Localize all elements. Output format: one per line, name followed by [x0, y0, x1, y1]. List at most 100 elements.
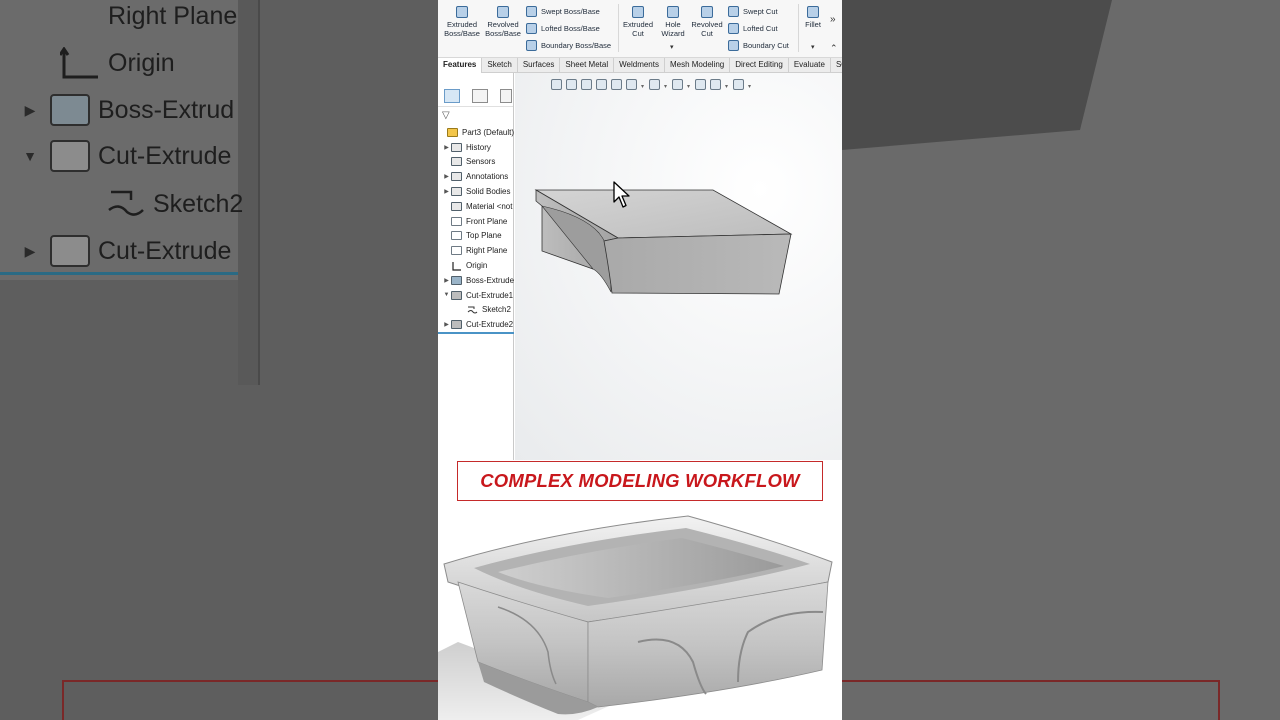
- sweep-icon: [526, 6, 537, 17]
- extruded-boss-label: Extruded Boss/Base: [444, 20, 480, 38]
- command-manager-tabs: Features Sketch Surfaces Sheet Metal Wel…: [438, 58, 842, 73]
- swept-boss-button[interactable]: Swept Boss/Base: [526, 6, 600, 17]
- fillet-dropdown-icon[interactable]: ▾: [811, 43, 815, 51]
- hole-wizard-dropdown-icon[interactable]: ▾: [670, 43, 674, 51]
- hole-wizard-button[interactable]: Hole Wizard: [656, 6, 690, 38]
- tree-label: Sensors: [466, 157, 496, 167]
- tab-weldments[interactable]: Weldments: [614, 58, 665, 73]
- tab-mesh-modeling[interactable]: Mesh Modeling: [665, 58, 731, 73]
- tree-label: Right Plane: [466, 246, 508, 256]
- tree-item-solid-bodies[interactable]: ▶ Solid Bodies: [438, 184, 514, 199]
- feature-manager-tab-icon[interactable]: [444, 89, 460, 103]
- lofted-cut-icon: [728, 23, 739, 34]
- lofted-cut-label: Lofted Cut: [743, 24, 778, 33]
- tab-sketch[interactable]: Sketch: [482, 58, 518, 73]
- collapse-arrow-icon[interactable]: ▼: [442, 292, 451, 298]
- material-icon: [451, 201, 462, 211]
- collapse-ribbon-icon[interactable]: ⌃: [830, 43, 838, 54]
- tab-direct-editing[interactable]: Direct Editing: [730, 58, 789, 73]
- boundary-cut-label: Boundary Cut: [743, 41, 789, 50]
- tree-item-annotations[interactable]: ▶ Annotations: [438, 169, 514, 184]
- filter-icon[interactable]: ▽: [442, 110, 450, 121]
- final-model-render: [438, 502, 842, 720]
- hole-wizard-icon: [667, 6, 679, 18]
- extruded-boss-button[interactable]: Extruded Boss/Base: [442, 6, 482, 38]
- background-tree-row: Sketch2: [105, 184, 243, 224]
- mouse-cursor-icon: [613, 181, 630, 208]
- background-tree-label: Cut-Extrude: [98, 141, 232, 170]
- tree-item-material[interactable]: Material <not specified>: [438, 199, 514, 214]
- tab-sheet-metal[interactable]: Sheet Metal: [560, 58, 615, 73]
- block-model[interactable]: [515, 73, 842, 460]
- revolved-boss-button[interactable]: Revolved Boss/Base: [483, 6, 523, 38]
- tree-item-right-plane[interactable]: Right Plane: [438, 243, 514, 258]
- revolved-cut-button[interactable]: Revolved Cut: [689, 6, 725, 38]
- plane-icon: [451, 216, 462, 226]
- revolved-boss-label: Revolved Boss/Base: [485, 20, 521, 38]
- tab-solidworks-addins[interactable]: SO...: [831, 58, 842, 73]
- lofted-boss-label: Lofted Boss/Base: [541, 24, 600, 33]
- tree-item-history[interactable]: ▶ History: [438, 140, 514, 155]
- cut-extrude-icon: [50, 235, 90, 267]
- feature-ribbon: Extruded Boss/Base Revolved Boss/Base Sw…: [438, 0, 842, 58]
- extrude-icon: [456, 6, 468, 18]
- tree-item-origin[interactable]: Origin: [438, 258, 514, 273]
- tree-item-boss-extrude[interactable]: ▶ Boss-Extrude1: [438, 273, 514, 288]
- plane-icon: [60, 0, 100, 32]
- sketch-icon: [467, 305, 478, 314]
- lofted-cut-button[interactable]: Lofted Cut: [728, 23, 778, 34]
- sketch-icon: [105, 188, 145, 220]
- revolved-cut-label: Revolved Cut: [691, 20, 723, 38]
- configuration-manager-tab-icon[interactable]: [500, 89, 512, 103]
- boundary-cut-button[interactable]: Boundary Cut: [728, 40, 789, 51]
- extruded-cut-icon: [632, 6, 644, 18]
- revolved-cut-icon: [701, 6, 713, 18]
- feature-tree: Part3 (Default) < ▶ History Sensors ▶ An…: [438, 125, 514, 332]
- cut-extrude-icon: [451, 290, 462, 300]
- rollback-bar[interactable]: [438, 332, 514, 334]
- expand-arrow-icon[interactable]: ▶: [442, 173, 451, 180]
- tab-features[interactable]: Features: [438, 58, 483, 73]
- tree-item-sketch[interactable]: Sketch2: [438, 303, 514, 318]
- expand-arrow-icon[interactable]: ▶: [442, 144, 451, 151]
- tree-item-sensors[interactable]: Sensors: [438, 155, 514, 170]
- expand-arrow-icon: ▶: [24, 101, 36, 118]
- tree-root-part[interactable]: Part3 (Default) <: [438, 125, 514, 140]
- background-tree-label: Right Plane: [108, 1, 238, 30]
- revolve-icon: [497, 6, 509, 18]
- tree-label: Material <not specified>: [466, 201, 514, 211]
- tree-item-cut-extrude-1[interactable]: ▼ Cut-Extrude1: [438, 288, 514, 303]
- lofted-boss-button[interactable]: Lofted Boss/Base: [526, 23, 600, 34]
- cut-extrude-icon: [451, 320, 462, 330]
- background-tree-row: Right Plane: [60, 0, 237, 36]
- tree-item-front-plane[interactable]: Front Plane: [438, 214, 514, 229]
- tab-surfaces[interactable]: Surfaces: [518, 58, 561, 73]
- video-caption-banner: COMPLEX MODELING WORKFLOW: [457, 461, 823, 501]
- tree-label: Top Plane: [466, 231, 502, 241]
- extruded-cut-label: Extruded Cut: [622, 20, 654, 38]
- extrude-icon: [50, 94, 90, 126]
- tree-item-cut-extrude-2[interactable]: ▶ Cut-Extrude2: [438, 317, 514, 332]
- plane-icon: [451, 231, 462, 241]
- tree-label: Sketch2: [482, 305, 511, 315]
- background-caption-frame: [62, 680, 438, 720]
- property-manager-tab-icon[interactable]: [472, 89, 488, 103]
- tree-label: Solid Bodies: [466, 187, 511, 197]
- tab-evaluate[interactable]: Evaluate: [789, 58, 831, 73]
- graphics-area[interactable]: ▾ ▾ ▾ ▾ ▾: [515, 73, 842, 460]
- expand-arrow-icon[interactable]: ▶: [442, 321, 451, 328]
- tree-item-top-plane[interactable]: Top Plane: [438, 229, 514, 244]
- tree-label: History: [466, 142, 491, 152]
- extruded-cut-button[interactable]: Extruded Cut: [620, 6, 656, 38]
- swept-cut-button[interactable]: Swept Cut: [728, 6, 778, 17]
- plane-icon: [451, 246, 462, 256]
- fillet-button[interactable]: Fillet: [802, 6, 824, 29]
- background-tree-label: Boss-Extrud: [98, 95, 235, 124]
- background-tree-label: Origin: [108, 48, 175, 77]
- expand-arrow-icon[interactable]: ▶: [442, 188, 451, 195]
- ribbon-overflow-icon[interactable]: »: [830, 14, 836, 25]
- expand-arrow-icon[interactable]: ▶: [442, 277, 451, 284]
- history-icon: [451, 142, 462, 152]
- tree-label: Origin: [466, 261, 488, 271]
- boundary-boss-button[interactable]: Boundary Boss/Base: [526, 40, 611, 51]
